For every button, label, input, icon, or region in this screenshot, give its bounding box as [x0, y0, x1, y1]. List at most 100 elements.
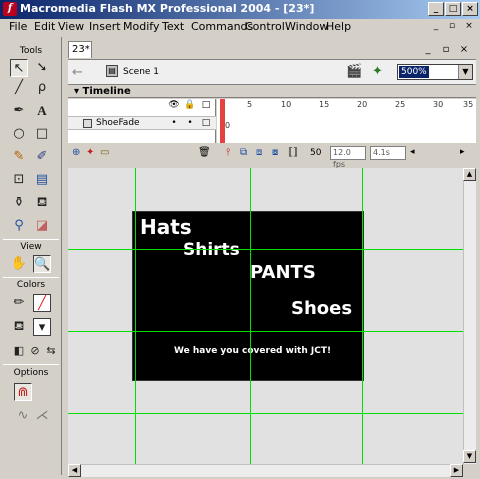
back-arrow-icon[interactable]: ←	[72, 65, 83, 80]
maximize-button[interactable]: □	[445, 2, 461, 16]
tools-panel: Tools ↖ ➘ ╱ ρ ✒ A ○ □ ✎ ✐ ⊡ ▤ ⚱ ⛾ ⚲ ◪ Vi…	[0, 37, 62, 475]
close-button[interactable]: ×	[462, 2, 478, 16]
menu-file[interactable]: File	[9, 20, 27, 33]
panel-minimize-button[interactable]: _	[422, 44, 434, 55]
panel-close-button[interactable]: ×	[458, 44, 470, 55]
lasso-icon[interactable]: ρ	[33, 79, 51, 97]
oval-icon[interactable]: ○	[10, 125, 28, 143]
guide-vertical[interactable]	[362, 168, 363, 464]
menu-edit[interactable]: Edit	[34, 20, 55, 33]
hand-icon[interactable]: ✋	[10, 255, 28, 273]
guide-horizontal[interactable]	[68, 413, 463, 414]
guide-horizontal[interactable]	[68, 331, 463, 332]
outline-icon[interactable]: □	[200, 100, 212, 110]
fill-transform-icon[interactable]: ▤	[33, 171, 51, 189]
stage-text-shoes[interactable]: Shoes	[291, 298, 352, 319]
minimize-button[interactable]: _	[428, 2, 444, 16]
ruler-number: 10	[281, 100, 292, 109]
stage[interactable]: Hats Shirts PANTS Shoes We have you cove…	[132, 211, 364, 381]
guide-horizontal[interactable]	[68, 249, 463, 250]
chevron-down-icon[interactable]: ▼	[458, 65, 472, 79]
stage-text-shirts[interactable]: Shirts	[183, 240, 240, 260]
stage-workarea[interactable]: Hats Shirts PANTS Shoes We have you cove…	[68, 168, 463, 464]
ruler-number: 35	[463, 100, 474, 109]
layer-lock-dot[interactable]: •	[184, 118, 196, 128]
menu-help[interactable]: Help	[326, 20, 351, 33]
menu-insert[interactable]: Insert	[89, 20, 121, 33]
paint-bucket-icon[interactable]: ⛾	[33, 194, 51, 212]
edit-symbols-icon[interactable]: ✦	[372, 64, 383, 79]
text-icon[interactable]: A	[33, 102, 51, 120]
lock-icon[interactable]: 🔒	[184, 100, 196, 110]
guide-vertical[interactable]	[135, 168, 136, 464]
vertical-scrollbar[interactable]: ▲ ▼	[463, 168, 476, 464]
menu-window[interactable]: Window	[285, 20, 328, 33]
doc-restore-button[interactable]: ▫	[445, 20, 459, 33]
edit-scene-icon[interactable]: 🎬	[346, 64, 362, 79]
swap-colors-icon[interactable]: ⇆	[42, 342, 60, 360]
frames-area[interactable]: 5 10 15 20 25 30 35 0	[217, 99, 476, 143]
guide-vertical[interactable]	[250, 168, 251, 464]
menu-commands[interactable]: Commands	[191, 20, 253, 33]
fill-color-icon[interactable]: ⛾	[10, 318, 28, 336]
onion-skin-icon[interactable]: ⧉	[240, 147, 247, 158]
horizontal-scrollbar[interactable]: ◀ ▶	[68, 464, 463, 477]
colors-header: Colors	[16, 280, 46, 290]
scroll-up-icon[interactable]: ▲	[463, 168, 476, 181]
trash-icon[interactable]: 🗑	[198, 147, 211, 158]
center-frame-icon[interactable]: ⫯	[226, 147, 230, 158]
fill-color-swatch[interactable]: ▾	[33, 318, 51, 336]
doc-minimize-button[interactable]: _	[429, 20, 443, 33]
menu-modify[interactable]: Modify	[123, 20, 159, 33]
brush-icon[interactable]: ✐	[33, 148, 51, 166]
zoom-icon[interactable]: 🔍	[33, 255, 51, 273]
stage-text-hats[interactable]: Hats	[140, 215, 192, 239]
subselect-icon[interactable]: ➘	[33, 59, 51, 77]
ruler-number: 20	[357, 100, 368, 109]
scene-label[interactable]: Scene 1	[123, 67, 159, 77]
add-guide-icon[interactable]: ✦	[86, 147, 94, 158]
layer-outline-box[interactable]: □	[200, 118, 212, 128]
free-transform-icon[interactable]: ⊡	[10, 171, 28, 189]
current-frame: 50	[310, 148, 322, 158]
panel-restore-button[interactable]: ▫	[440, 44, 452, 55]
eye-icon[interactable]: 👁	[168, 100, 180, 110]
zoom-select[interactable]: 500% ▼	[397, 64, 473, 80]
ruler-number: 15	[319, 100, 330, 109]
menu-control[interactable]: Control	[245, 20, 285, 33]
ink-bottle-icon[interactable]: ⚱	[10, 194, 28, 212]
pen-icon[interactable]: ✒	[10, 102, 28, 120]
doc-close-button[interactable]: ×	[462, 20, 476, 33]
eyedropper-icon[interactable]: ⚲	[10, 217, 28, 235]
arrow-icon[interactable]: ↖	[10, 59, 28, 77]
timeline-header[interactable]: ▾ Timeline	[68, 86, 476, 98]
layer-row[interactable]: ShoeFade • • □	[68, 116, 216, 130]
snap-to-objects-icon[interactable]: ⋒	[14, 383, 32, 401]
stage-text-pants[interactable]: PANTS	[250, 262, 316, 283]
edit-multiple-icon[interactable]: ⧇	[272, 147, 278, 158]
scroll-left-icon[interactable]: ◂	[410, 147, 415, 157]
line-icon[interactable]: ╱	[10, 79, 28, 97]
rectangle-icon[interactable]: □	[33, 125, 51, 143]
scroll-right-icon[interactable]: ▶	[450, 464, 463, 477]
onion-outline-icon[interactable]: ⧈	[256, 147, 262, 158]
collapse-arrow-icon[interactable]: ▾	[74, 86, 83, 97]
menu-text[interactable]: Text	[162, 20, 184, 33]
menu-view[interactable]: View	[58, 20, 84, 33]
insert-layer-icon[interactable]: ⊕	[72, 147, 80, 158]
modify-markers-icon[interactable]: ⟦⟧	[288, 147, 298, 158]
scroll-left-icon[interactable]: ◀	[68, 464, 81, 477]
straighten-icon[interactable]: ⋌	[33, 407, 51, 425]
keyframe-marker: 0	[225, 121, 231, 130]
stage-tagline[interactable]: We have you covered with JCT!	[174, 346, 331, 356]
layer-visible-dot[interactable]: •	[168, 118, 180, 128]
pencil-icon[interactable]: ✎	[10, 148, 28, 166]
eraser-icon[interactable]: ◪	[33, 217, 51, 235]
smooth-icon[interactable]: ∿	[14, 407, 32, 425]
scroll-down-icon[interactable]: ▼	[463, 450, 476, 463]
stroke-color-swatch[interactable]: ╱	[33, 294, 51, 312]
stroke-color-icon[interactable]: ✏	[10, 294, 28, 312]
insert-folder-icon[interactable]: ▭	[100, 147, 109, 158]
document-tab[interactable]: 23*	[68, 41, 92, 58]
scroll-right-icon[interactable]: ▸	[460, 147, 465, 157]
